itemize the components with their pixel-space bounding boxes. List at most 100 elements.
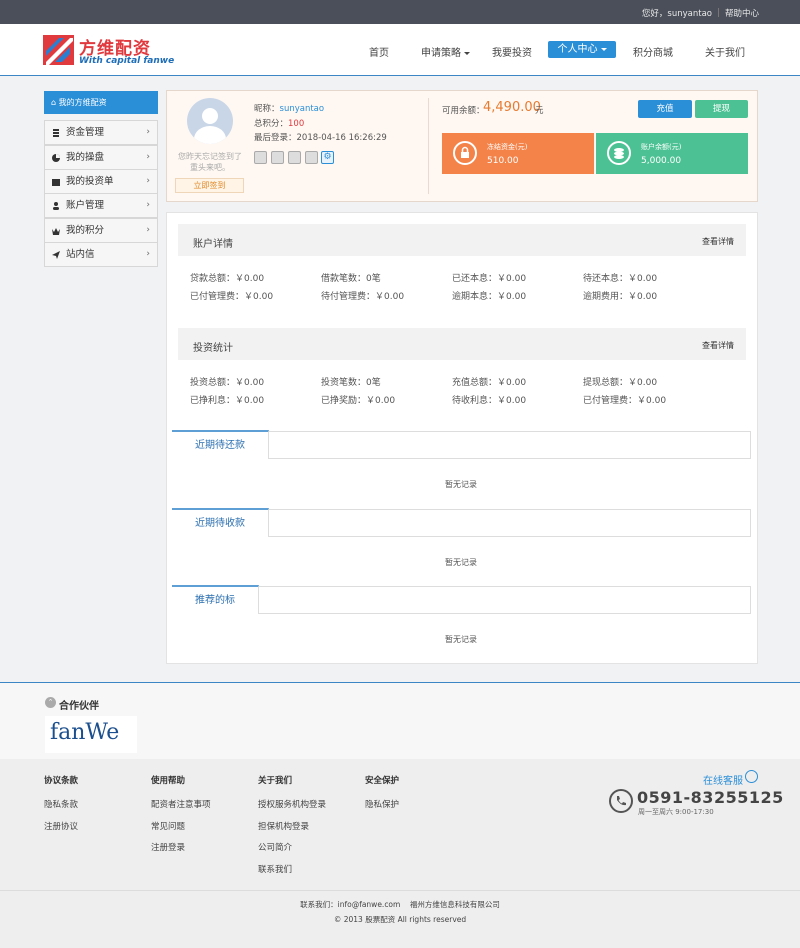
nav-points-mall[interactable]: 积分商城 (633, 44, 673, 59)
stat-cell: 投资总额：￥0.00 (190, 378, 265, 388)
sidebar-item-fund-management[interactable]: 资金管理 › (44, 120, 158, 145)
stat-cell: 已付管理费：￥0.00 (583, 396, 667, 406)
points-row: 总积分：100 (254, 117, 304, 129)
footer-link[interactable]: 注册协议 (44, 820, 78, 832)
sidebar-item-label: 我的操盘 (66, 152, 105, 163)
points-label: 总积分： (254, 119, 289, 129)
stat-cell: 贷款总额：￥0.00 (190, 274, 265, 284)
tab-recommended-loans[interactable]: 推荐的标 (172, 585, 259, 614)
stat-cell: 待付管理费：￥0.00 (321, 292, 405, 302)
nav-about-us[interactable]: 关于我们 (705, 44, 745, 59)
sign-in-note: 您昨天忘记签到了 重头来吧。 (178, 152, 242, 172)
online-service-link[interactable]: 在线客服 (703, 772, 743, 787)
available-balance-label: 可用余额： (442, 106, 485, 116)
stat-cell: 逾期本息：￥0.00 (452, 292, 527, 302)
stat-cell: 已挣奖励：￥0.00 (321, 396, 396, 406)
stat-cell: 已还本息：￥0.00 (452, 274, 527, 284)
stat-cell: 借款笔数：0笔 (321, 274, 381, 284)
view-details-link[interactable]: 查看详情 (702, 236, 734, 247)
footer-col-title: 关于我们 (258, 776, 293, 786)
coins-icon (53, 129, 59, 137)
footer-link[interactable]: 隐私保护 (365, 798, 399, 810)
sidebar-item-messages[interactable]: 站内信 › (44, 242, 158, 267)
footer-link[interactable]: 隐私条款 (44, 798, 78, 810)
sidebar-title[interactable]: ⌂ 我的方维配资 (44, 91, 158, 114)
account-balance-box: 账户余额(元) 5,000.00 (596, 133, 748, 174)
footer-link[interactable]: 配资者注意事项 (151, 798, 211, 810)
upcoming-repayments-panel: 近期待还款 (172, 430, 751, 459)
nickname-label: 昵称： (254, 104, 280, 114)
sidebar-item-my-points[interactable]: 我的积分 › (44, 218, 158, 243)
card-divider (428, 98, 429, 194)
last-login-label: 最后登录： (254, 133, 297, 143)
available-balance-unit: 元 (535, 106, 544, 116)
topbar-divider (718, 8, 719, 17)
contact-info: 联系我们：info@fanwe.com 福州方维信息科技有限公司 (300, 900, 500, 909)
footer-link[interactable]: 公司简介 (258, 841, 292, 853)
footer-link[interactable]: 常见问题 (151, 820, 185, 832)
sidebar-item-my-trading[interactable]: 我的操盘 › (44, 145, 158, 170)
settings-gear-icon[interactable]: ⚙ (321, 151, 334, 164)
pie-chart-icon (52, 154, 60, 162)
tab-upcoming-receivables[interactable]: 近期待收款 (172, 508, 269, 537)
account-balance-value: 5,000.00 (641, 156, 682, 166)
view-details-link[interactable]: 查看详情 (702, 340, 734, 351)
lock-icon (453, 141, 477, 165)
partner-logo-fanwe[interactable]: fanWe (45, 716, 137, 753)
sidebar-item-label: 我的积分 (66, 225, 105, 236)
chevron-down-icon (600, 47, 607, 51)
coins-icon (607, 141, 631, 165)
points-value: 100 (288, 119, 305, 129)
recommended-loans-panel: 推荐的标 (172, 585, 751, 614)
nickname-row: 昵称：sunyantao (254, 102, 324, 114)
id-verify-icon[interactable] (254, 151, 267, 164)
last-login-row: 最后登录：2018-04-16 16:26:29 (254, 131, 387, 143)
investment-stats-header: 投资统计 查看详情 (178, 328, 746, 360)
brand-logo-icon[interactable] (43, 35, 74, 65)
partners-title: 合作伙伴 (59, 701, 99, 712)
chevron-right-icon: › (146, 127, 150, 137)
avatar[interactable] (187, 98, 233, 144)
card-verify-icon[interactable] (288, 151, 301, 164)
sign-in-button[interactable]: 立即签到 (175, 178, 244, 193)
sidebar-item-label: 资金管理 (66, 127, 105, 138)
sidebar-item-account-management[interactable]: 账户管理 › (44, 193, 158, 218)
nav-user-center[interactable]: 个人中心 (548, 41, 616, 58)
help-center-link[interactable]: 帮助中心 (725, 7, 759, 19)
footer-link[interactable]: 联系我们 (258, 863, 292, 875)
empty-state-text: 暂无记录 (445, 635, 477, 644)
tab-upcoming-repayments[interactable]: 近期待还款 (172, 430, 269, 459)
stat-cell: 投资笔数：0笔 (321, 378, 381, 388)
copyright-text: © 2013 股票配资 All rights reserved (333, 915, 467, 924)
footer-link[interactable]: 授权服务机构登录 (258, 798, 326, 810)
phone-icon (609, 789, 633, 813)
phone-verify-icon[interactable] (271, 151, 284, 164)
user-icon (53, 202, 59, 210)
chat-icon[interactable] (745, 770, 758, 783)
chevron-right-icon: › (146, 225, 150, 235)
sidebar-item-my-investments[interactable]: 我的投资单 › (44, 169, 158, 194)
site-header: 方维配资 With capital fanwe 首页 申请策略 我要投资 个人中… (0, 24, 800, 76)
nickname-value[interactable]: sunyantao (280, 104, 325, 114)
footer-link[interactable]: 担保机构登录 (258, 820, 309, 832)
bank-verify-icon[interactable] (305, 151, 318, 164)
crown-icon (52, 228, 60, 235)
stat-cell: 充值总额：￥0.00 (452, 378, 527, 388)
frozen-funds-box: 冻结资金(元) 510.00 (442, 133, 594, 174)
chevron-right-icon: › (146, 200, 150, 210)
recharge-button[interactable]: 充值 (638, 100, 692, 118)
nav-apply-strategy[interactable]: 申请策略 (421, 44, 470, 59)
withdraw-button[interactable]: 提现 (695, 100, 748, 118)
sidebar-item-label: 账户管理 (66, 200, 105, 211)
footer-links-section (0, 759, 800, 890)
stat-cell: 已挣利息：￥0.00 (190, 396, 265, 406)
footer-link[interactable]: 注册登录 (151, 841, 185, 853)
nav-user-center-label: 个人中心 (557, 44, 598, 55)
chevron-up-icon: ⌃ (45, 697, 56, 708)
chevron-right-icon: › (146, 152, 150, 162)
nav-invest[interactable]: 我要投资 (492, 44, 532, 59)
account-details-header: 账户详情 查看详情 (178, 224, 746, 256)
nav-home[interactable]: 首页 (369, 44, 389, 59)
sidebar-title-label: 我的方维配资 (58, 98, 107, 107)
footer-col-title: 协议条款 (44, 776, 79, 786)
